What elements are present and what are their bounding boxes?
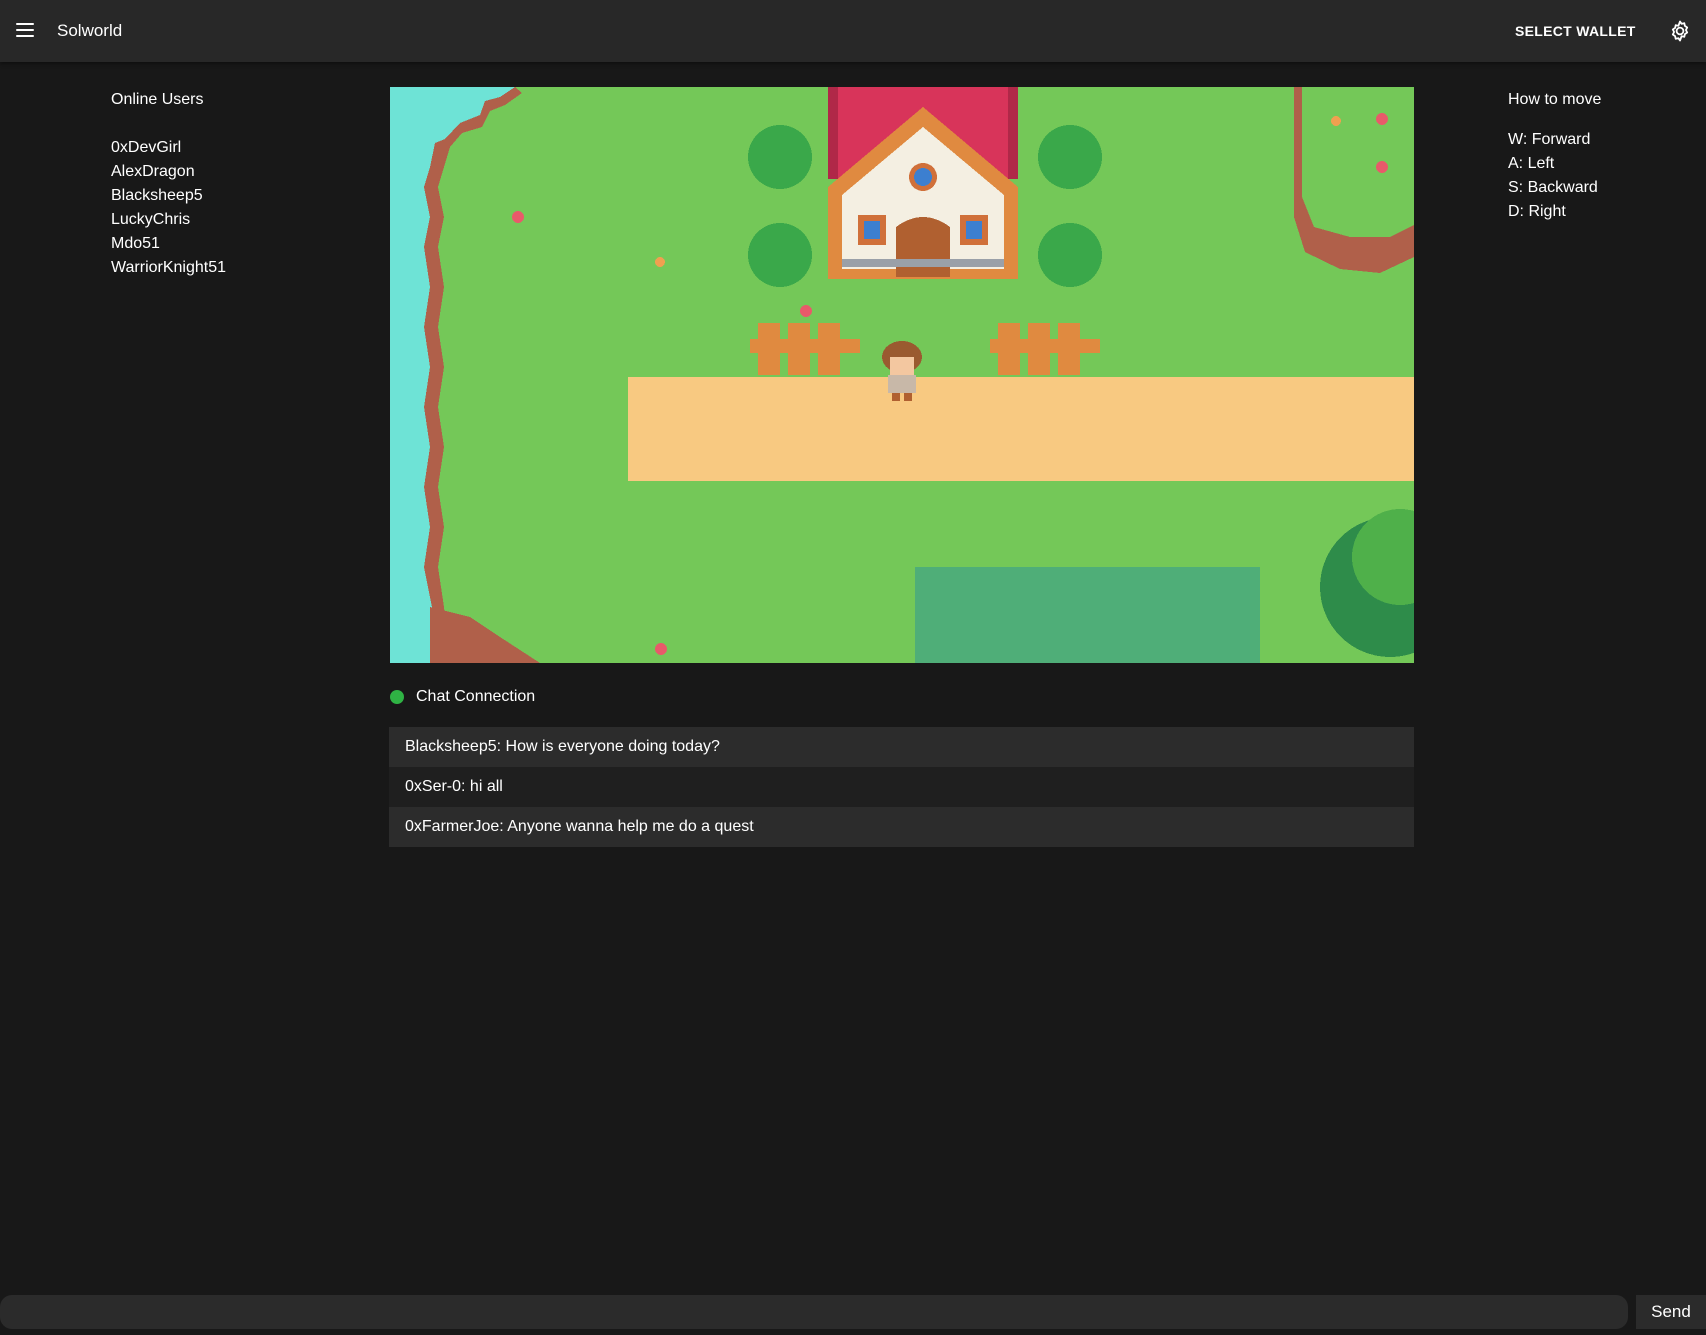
how-to-move-title: How to move [1508, 91, 1602, 108]
chat-message: 0xSer-0: hi all [389, 767, 1414, 807]
bush [1038, 125, 1102, 189]
connection-status-icon [390, 690, 404, 704]
send-button[interactable]: Send [1636, 1295, 1706, 1329]
house [828, 87, 1018, 279]
chat-input[interactable] [0, 1295, 1628, 1329]
user-list-item: Mdo51 [111, 235, 160, 252]
control-backward: S: Backward [1508, 179, 1598, 196]
pond [915, 567, 1260, 663]
controls-list: W: Forward A: Left S: Backward D: Right [1508, 128, 1698, 224]
game-canvas[interactable] [390, 87, 1414, 663]
user-list-item: AlexDragon [111, 163, 195, 180]
bush [1038, 223, 1102, 287]
control-left: A: Left [1508, 155, 1555, 172]
user-list-item: WarriorKnight51 [111, 259, 227, 276]
app-bar: Solworld SELECT WALLET [0, 0, 1706, 62]
online-users-title: Online Users [111, 91, 204, 108]
user-list-item: 0xDevGirl [111, 139, 182, 156]
control-right: D: Right [1508, 203, 1566, 220]
hamburger-menu-icon[interactable] [12, 17, 38, 45]
user-list-item: LuckyChris [111, 211, 191, 228]
dirt-path [628, 377, 1414, 481]
how-to-move-panel: How to move W: Forward A: Left S: Backwa… [1508, 90, 1698, 224]
bush [748, 223, 812, 287]
chat-message: 0xFarmerJoe: Anyone wanna help me do a q… [389, 807, 1414, 847]
user-list-item: Blacksheep5 [111, 187, 203, 204]
chat-connection-label: Chat Connection [416, 688, 536, 705]
gear-icon[interactable] [1668, 19, 1692, 43]
online-users-panel: Online Users 0xDevGirl AlexDragon Blacks… [111, 90, 351, 280]
chat-input-bar: Send [0, 1291, 1706, 1335]
chat-connection-status: Chat Connection [390, 688, 535, 706]
user-list: 0xDevGirl AlexDragon Blacksheep5 LuckyCh… [111, 136, 351, 280]
bush [748, 125, 812, 189]
app-title: Solworld [57, 21, 123, 40]
chat-message: Blacksheep5: How is everyone doing today… [389, 727, 1414, 767]
control-forward: W: Forward [1508, 131, 1591, 148]
chat-message-list: Blacksheep5: How is everyone doing today… [389, 727, 1414, 847]
select-wallet-button[interactable]: SELECT WALLET [1505, 16, 1646, 46]
